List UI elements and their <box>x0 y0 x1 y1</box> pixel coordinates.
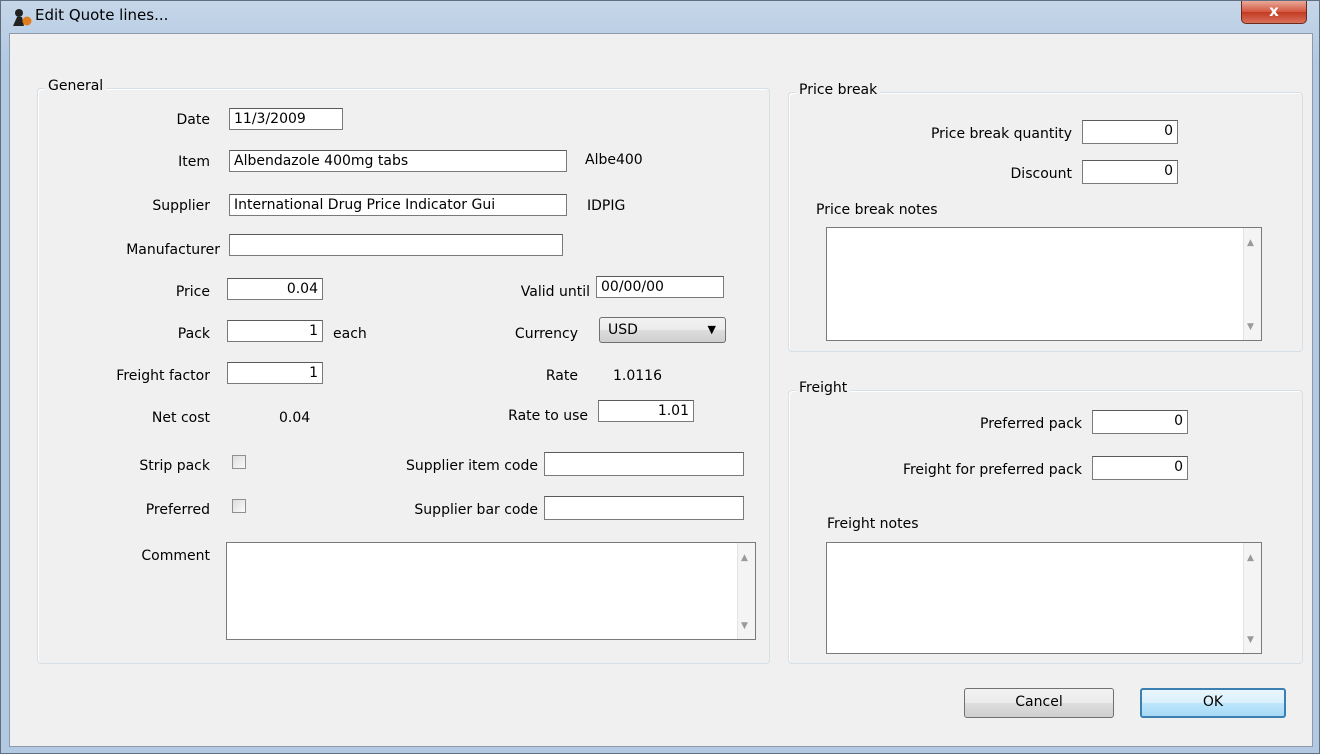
comment-scrollbar[interactable]: ▲ ▼ <box>737 543 755 639</box>
pack-unit-label: each <box>333 326 367 342</box>
dialog-window: Edit Quote lines... x General Date 11/3/… <box>0 0 1320 754</box>
window-title: Edit Quote lines... <box>35 6 169 24</box>
price-input[interactable]: 0.04 <box>227 278 323 300</box>
strip-pack-checkbox[interactable] <box>232 455 246 469</box>
comment-textarea[interactable]: ▲ ▼ <box>226 542 756 640</box>
price-label: Price <box>175 284 210 300</box>
app-icon <box>13 9 32 26</box>
rate-to-use-input[interactable]: 1.01 <box>598 400 694 422</box>
valid-until-label: Valid until <box>520 284 590 300</box>
price-break-legend: Price break <box>796 82 881 98</box>
date-input[interactable]: 11/3/2009 <box>229 108 343 130</box>
scroll-down-icon[interactable]: ▼ <box>1247 635 1254 645</box>
date-label: Date <box>176 112 210 128</box>
preferred-pack-label: Preferred pack <box>980 416 1082 432</box>
rate-to-use-label: Rate to use <box>508 408 588 424</box>
title-bar: Edit Quote lines... x <box>1 1 1319 33</box>
supplier-bar-code-label: Supplier bar code <box>414 502 538 518</box>
discount-input[interactable]: 0 <box>1082 160 1178 184</box>
discount-label: Discount <box>1010 166 1072 182</box>
preferred-checkbox[interactable] <box>232 499 246 513</box>
dialog-body: General Date 11/3/2009 Item Albendazole … <box>9 33 1313 747</box>
manufacturer-input[interactable] <box>229 234 563 256</box>
pack-label: Pack <box>177 326 210 342</box>
price-break-quantity-label: Price break quantity <box>930 126 1072 142</box>
chevron-down-icon: ▼ <box>707 323 716 336</box>
freight-factor-label: Freight factor <box>116 368 210 384</box>
supplier-item-code-label: Supplier item code <box>406 458 538 474</box>
item-input[interactable]: Albendazole 400mg tabs <box>229 150 567 172</box>
close-button[interactable]: x <box>1241 1 1307 24</box>
freight-factor-input[interactable]: 1 <box>227 362 323 384</box>
freight-legend: Freight <box>796 380 851 396</box>
supplier-bar-code-input[interactable] <box>544 496 744 520</box>
comment-label: Comment <box>141 548 210 564</box>
scroll-up-icon[interactable]: ▲ <box>741 553 748 563</box>
price-break-notes-label: Price break notes <box>816 202 938 218</box>
scroll-down-icon[interactable]: ▼ <box>741 621 748 631</box>
rate-label: Rate <box>545 368 578 384</box>
close-icon: x <box>1269 2 1279 20</box>
net-cost-label: Net cost <box>151 410 210 426</box>
price-break-quantity-input[interactable]: 0 <box>1082 120 1178 144</box>
preferred-label: Preferred <box>145 502 210 518</box>
pack-input[interactable]: 1 <box>227 320 323 342</box>
freight-for-preferred-pack-input[interactable]: 0 <box>1092 456 1188 480</box>
general-legend: General <box>45 78 107 94</box>
freight-for-preferred-pack-label: Freight for preferred pack <box>902 462 1082 478</box>
ok-button[interactable]: OK <box>1140 688 1286 718</box>
currency-select[interactable]: USD ▼ <box>599 317 726 343</box>
cancel-button[interactable]: Cancel <box>964 688 1114 718</box>
currency-value: USD <box>608 322 638 338</box>
net-cost-value: 0.04 <box>279 410 311 426</box>
freight-notes-scrollbar[interactable]: ▲ ▼ <box>1243 543 1261 653</box>
manufacturer-label: Manufacturer <box>126 242 220 258</box>
freight-notes-label: Freight notes <box>827 516 919 532</box>
rate-value: 1.0116 <box>613 368 662 384</box>
supplier-item-code-input[interactable] <box>544 452 744 476</box>
scroll-down-icon[interactable]: ▼ <box>1247 322 1254 332</box>
item-label: Item <box>178 154 210 170</box>
supplier-input[interactable]: International Drug Price Indicator Gui <box>229 194 567 216</box>
price-break-notes-scrollbar[interactable]: ▲ ▼ <box>1243 228 1261 340</box>
supplier-code: IDPIG <box>587 198 626 214</box>
valid-until-input[interactable]: 00/00/00 <box>596 276 724 298</box>
freight-notes-textarea[interactable]: ▲ ▼ <box>826 542 1262 654</box>
currency-label: Currency <box>514 326 578 342</box>
preferred-pack-input[interactable]: 0 <box>1092 410 1188 434</box>
strip-pack-label: Strip pack <box>139 458 210 474</box>
price-break-notes-textarea[interactable]: ▲ ▼ <box>826 227 1262 341</box>
supplier-label: Supplier <box>152 198 210 214</box>
scroll-up-icon[interactable]: ▲ <box>1247 553 1254 563</box>
item-code: Albe400 <box>585 152 643 168</box>
scroll-up-icon[interactable]: ▲ <box>1247 238 1254 248</box>
